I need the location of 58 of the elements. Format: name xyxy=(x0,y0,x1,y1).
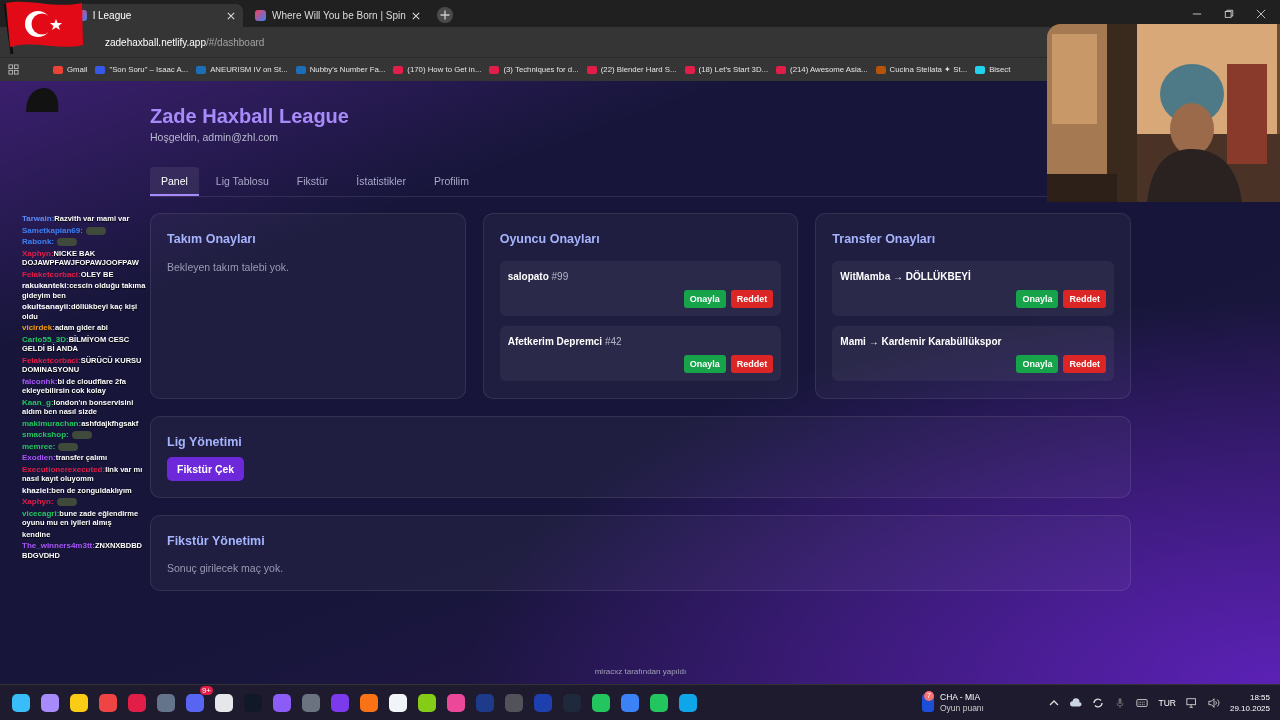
language-indicator[interactable]: TUR xyxy=(1158,697,1176,708)
card-title: Lig Yönetimi xyxy=(167,435,243,449)
new-tab-button[interactable] xyxy=(435,6,454,24)
taskbar-app-icon[interactable] xyxy=(70,693,88,712)
sync-icon[interactable] xyxy=(1092,696,1105,709)
reject-button[interactable]: Reddet xyxy=(1063,355,1106,373)
reject-button[interactable]: Reddet xyxy=(730,290,774,308)
card-title: Transfer Onayları xyxy=(832,232,937,246)
empty-text: Sonuç girilecek maç yok. xyxy=(167,562,285,574)
taskbar-app-icon[interactable] xyxy=(215,693,233,712)
address-field[interactable]: zadehaxball.netlify.app/#/dashboard xyxy=(105,36,265,48)
microphone-icon[interactable] xyxy=(1114,696,1127,709)
footer-text: miracxz tarafından yapıldı xyxy=(594,667,687,676)
nav-tab[interactable]: Panel xyxy=(150,167,199,196)
clock-time: 18:55 xyxy=(1249,691,1270,703)
chat-message: Xaphyn: xyxy=(22,497,146,507)
apps-icon[interactable] xyxy=(8,64,19,75)
browser-tab[interactable]: Where Will You be Born | Spin xyxy=(247,4,428,27)
taskbar-app-icon[interactable] xyxy=(679,693,697,712)
nav-tab[interactable]: Profilim xyxy=(422,167,480,196)
taskbar-app-icon[interactable] xyxy=(389,693,407,712)
player-name: salopato #99 xyxy=(507,271,570,282)
nav-tab[interactable]: İstatistikler xyxy=(345,167,417,196)
welcome-text: Hoşgeldin, admin@zhl.com xyxy=(150,131,279,143)
empty-text: Bekleyen takım talebi yok. xyxy=(167,261,290,273)
taskbar-app-icon[interactable] xyxy=(592,693,610,712)
network-icon[interactable] xyxy=(1185,696,1198,709)
clock-date: 29.10.2025 xyxy=(1229,702,1270,714)
app-title: Zade Haxball League xyxy=(150,105,350,128)
chat-message: Rabonk: xyxy=(22,237,146,247)
player-name: Afetkerim Depremci #42 xyxy=(507,336,623,347)
taskbar-app-icon[interactable] xyxy=(360,693,378,712)
draw-fixtures-button[interactable]: Fikstür Çek xyxy=(167,457,245,481)
keyboard-icon[interactable] xyxy=(1136,696,1149,709)
card-title: Takım Onayları xyxy=(167,232,257,246)
chat-message: Sametkapian69: xyxy=(22,225,146,235)
chat-message: memree: xyxy=(22,441,146,451)
card-title: Fikstür Yönetimi xyxy=(167,534,266,548)
transfer-text: Mami → Kardemir Karabüllükspor xyxy=(840,336,1003,347)
reject-button[interactable]: Reddet xyxy=(1063,290,1106,308)
reject-button[interactable]: Reddet xyxy=(730,355,774,373)
close-icon[interactable] xyxy=(411,11,420,20)
restore-icon[interactable] xyxy=(1224,9,1234,19)
favicon-icon xyxy=(255,10,266,21)
close-icon[interactable] xyxy=(1256,9,1266,19)
volume-icon[interactable] xyxy=(1207,696,1220,709)
taskbar-app-icon[interactable] xyxy=(12,693,30,712)
cloud-icon[interactable] xyxy=(1070,696,1083,709)
taskbar-app-icon[interactable] xyxy=(418,693,436,712)
transfer-text: WitMamba → DÖLLÜKBEYİ xyxy=(840,271,972,282)
nav-tab[interactable]: Lig Tablosu xyxy=(204,167,280,196)
chat-message: smackshop: xyxy=(22,430,146,440)
taskbar-app-icon[interactable] xyxy=(41,693,59,712)
notification-badge: 9+ xyxy=(199,685,213,695)
nav-tab[interactable]: Fikstür xyxy=(285,167,340,196)
card-title: Oyuncu Onayları xyxy=(499,232,601,246)
taskbar-app-icon[interactable] xyxy=(650,693,668,712)
close-icon[interactable] xyxy=(227,11,235,20)
